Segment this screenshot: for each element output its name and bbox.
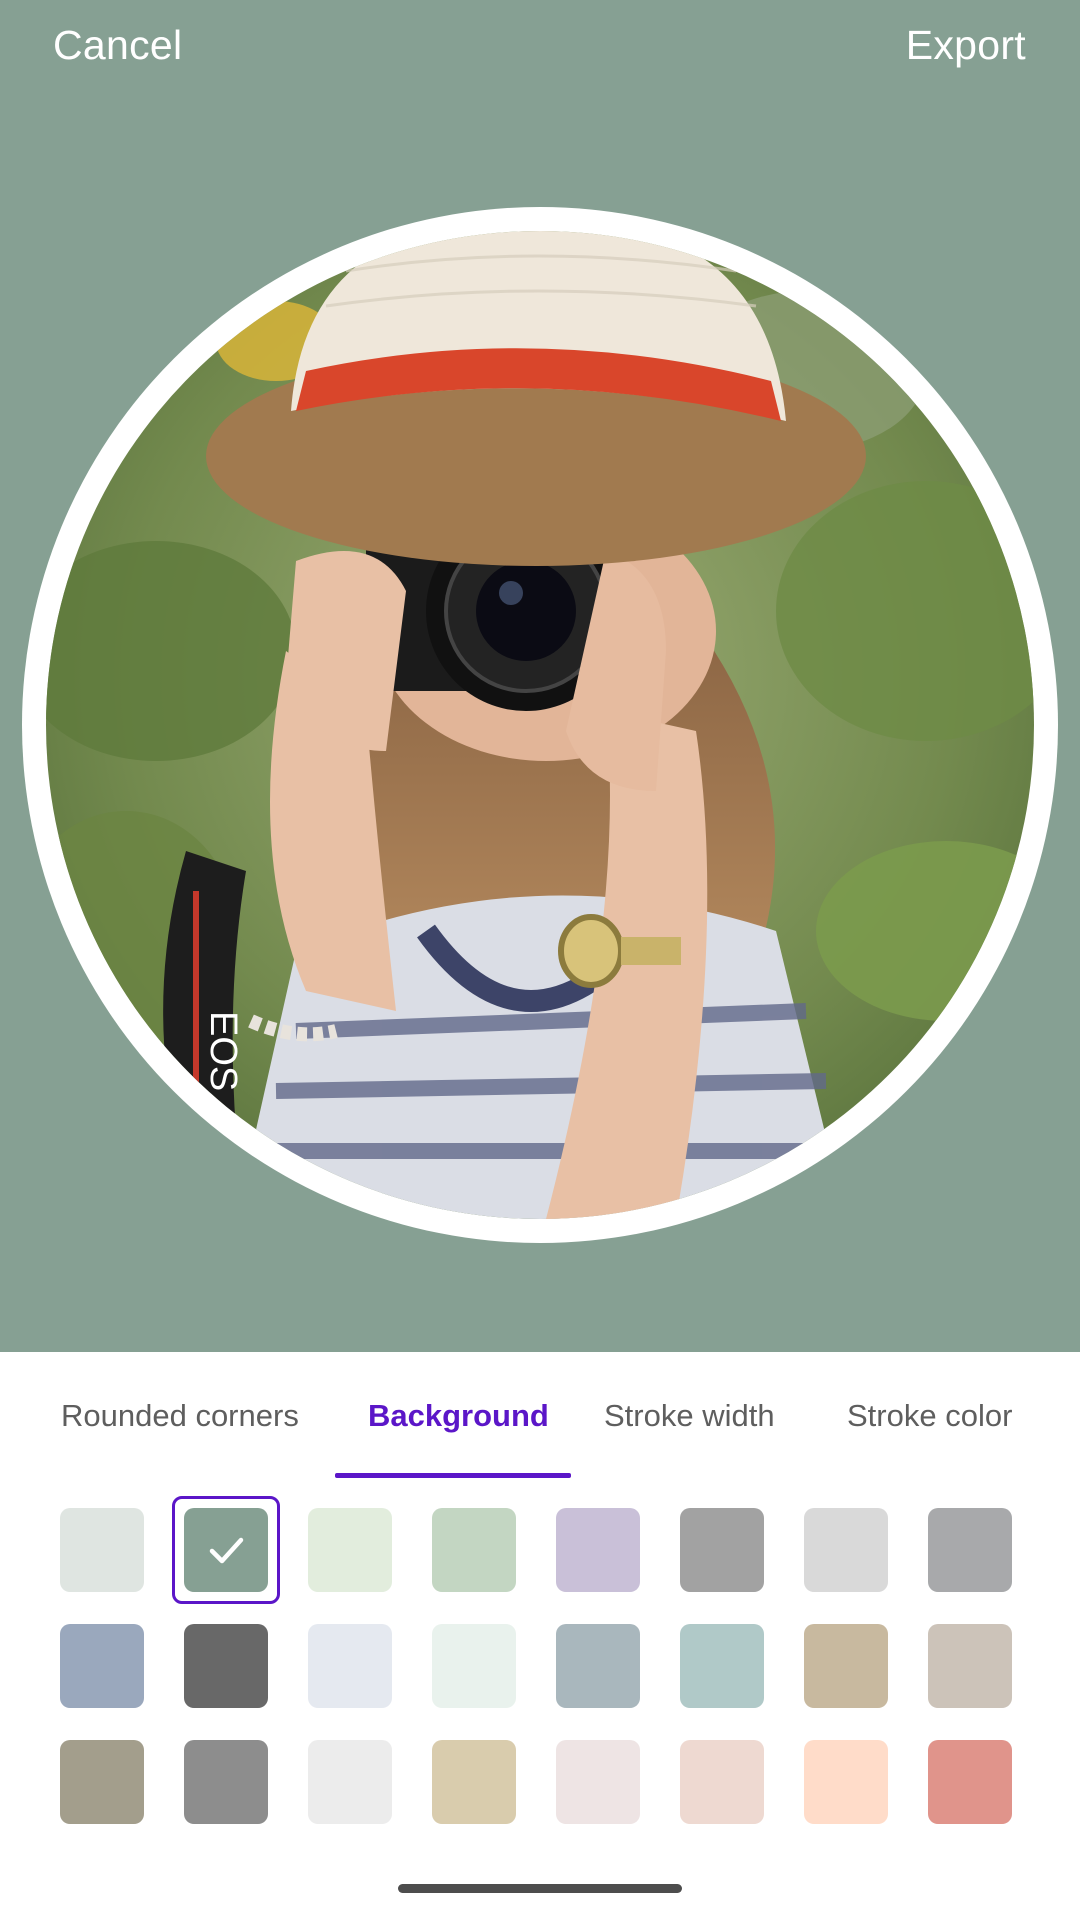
color-swatch[interactable]	[928, 1740, 1012, 1824]
swatch-fill	[432, 1740, 516, 1824]
export-button[interactable]: Export	[906, 22, 1026, 69]
photographer-image: EOS Canon	[46, 231, 1034, 1219]
tab-bar: Rounded corners Background Stroke width …	[0, 1352, 1080, 1478]
swatch-fill	[804, 1740, 888, 1824]
swatch-fill	[432, 1624, 516, 1708]
color-swatch[interactable]	[680, 1508, 764, 1592]
swatch-fill	[432, 1508, 516, 1592]
swatch-fill	[60, 1624, 144, 1708]
color-swatch[interactable]	[804, 1740, 888, 1824]
color-swatch[interactable]	[556, 1740, 640, 1824]
checkmark-icon	[184, 1508, 268, 1592]
swatch-fill	[680, 1740, 764, 1824]
tab-stroke-color[interactable]: Stroke color	[847, 1398, 1012, 1434]
svg-text:EOS: EOS	[202, 1011, 244, 1091]
color-swatch[interactable]	[308, 1740, 392, 1824]
home-indicator[interactable]	[398, 1884, 682, 1893]
color-swatch[interactable]	[804, 1624, 888, 1708]
swatch-fill	[804, 1508, 888, 1592]
color-swatch[interactable]	[308, 1508, 392, 1592]
color-swatch[interactable]	[928, 1508, 1012, 1592]
color-swatch[interactable]	[680, 1740, 764, 1824]
profile-photo: EOS Canon	[46, 231, 1034, 1219]
swatch-fill	[556, 1508, 640, 1592]
color-swatch[interactable]	[432, 1508, 516, 1592]
tab-stroke-width[interactable]: Stroke width	[604, 1398, 775, 1434]
swatch-fill	[308, 1508, 392, 1592]
swatch-fill	[680, 1624, 764, 1708]
tab-background[interactable]: Background	[368, 1398, 549, 1434]
swatch-fill	[928, 1508, 1012, 1592]
color-swatch[interactable]	[172, 1496, 280, 1604]
color-swatch[interactable]	[60, 1624, 144, 1708]
swatch-fill	[928, 1624, 1012, 1708]
color-swatch[interactable]	[804, 1508, 888, 1592]
color-swatch[interactable]	[680, 1624, 764, 1708]
swatch-fill	[804, 1624, 888, 1708]
color-swatch[interactable]	[556, 1508, 640, 1592]
color-swatch[interactable]	[432, 1740, 516, 1824]
color-swatch[interactable]	[60, 1508, 144, 1592]
swatch-fill	[184, 1740, 268, 1824]
swatch-fill	[680, 1508, 764, 1592]
color-swatch[interactable]	[184, 1624, 268, 1708]
swatch-fill	[928, 1740, 1012, 1824]
swatch-fill	[556, 1624, 640, 1708]
active-tab-indicator	[335, 1473, 571, 1478]
color-swatch[interactable]	[556, 1624, 640, 1708]
color-swatch[interactable]	[308, 1624, 392, 1708]
swatch-fill	[556, 1740, 640, 1824]
swatch-fill	[60, 1508, 144, 1592]
photo-preview-area: Cancel Export EOS	[0, 0, 1080, 1352]
color-swatch[interactable]	[60, 1740, 144, 1824]
swatch-fill	[308, 1624, 392, 1708]
photo-circle-frame: EOS Canon	[22, 207, 1058, 1243]
background-color-grid	[60, 1496, 1012, 1824]
edit-panel: Rounded corners Background Stroke width …	[0, 1352, 1080, 1920]
swatch-fill	[60, 1740, 144, 1824]
color-swatch[interactable]	[432, 1624, 516, 1708]
color-swatch[interactable]	[928, 1624, 1012, 1708]
cancel-button[interactable]: Cancel	[53, 22, 182, 69]
color-swatch[interactable]	[184, 1740, 268, 1824]
tab-rounded-corners[interactable]: Rounded corners	[61, 1398, 299, 1434]
swatch-fill	[184, 1624, 268, 1708]
swatch-fill	[308, 1740, 392, 1824]
